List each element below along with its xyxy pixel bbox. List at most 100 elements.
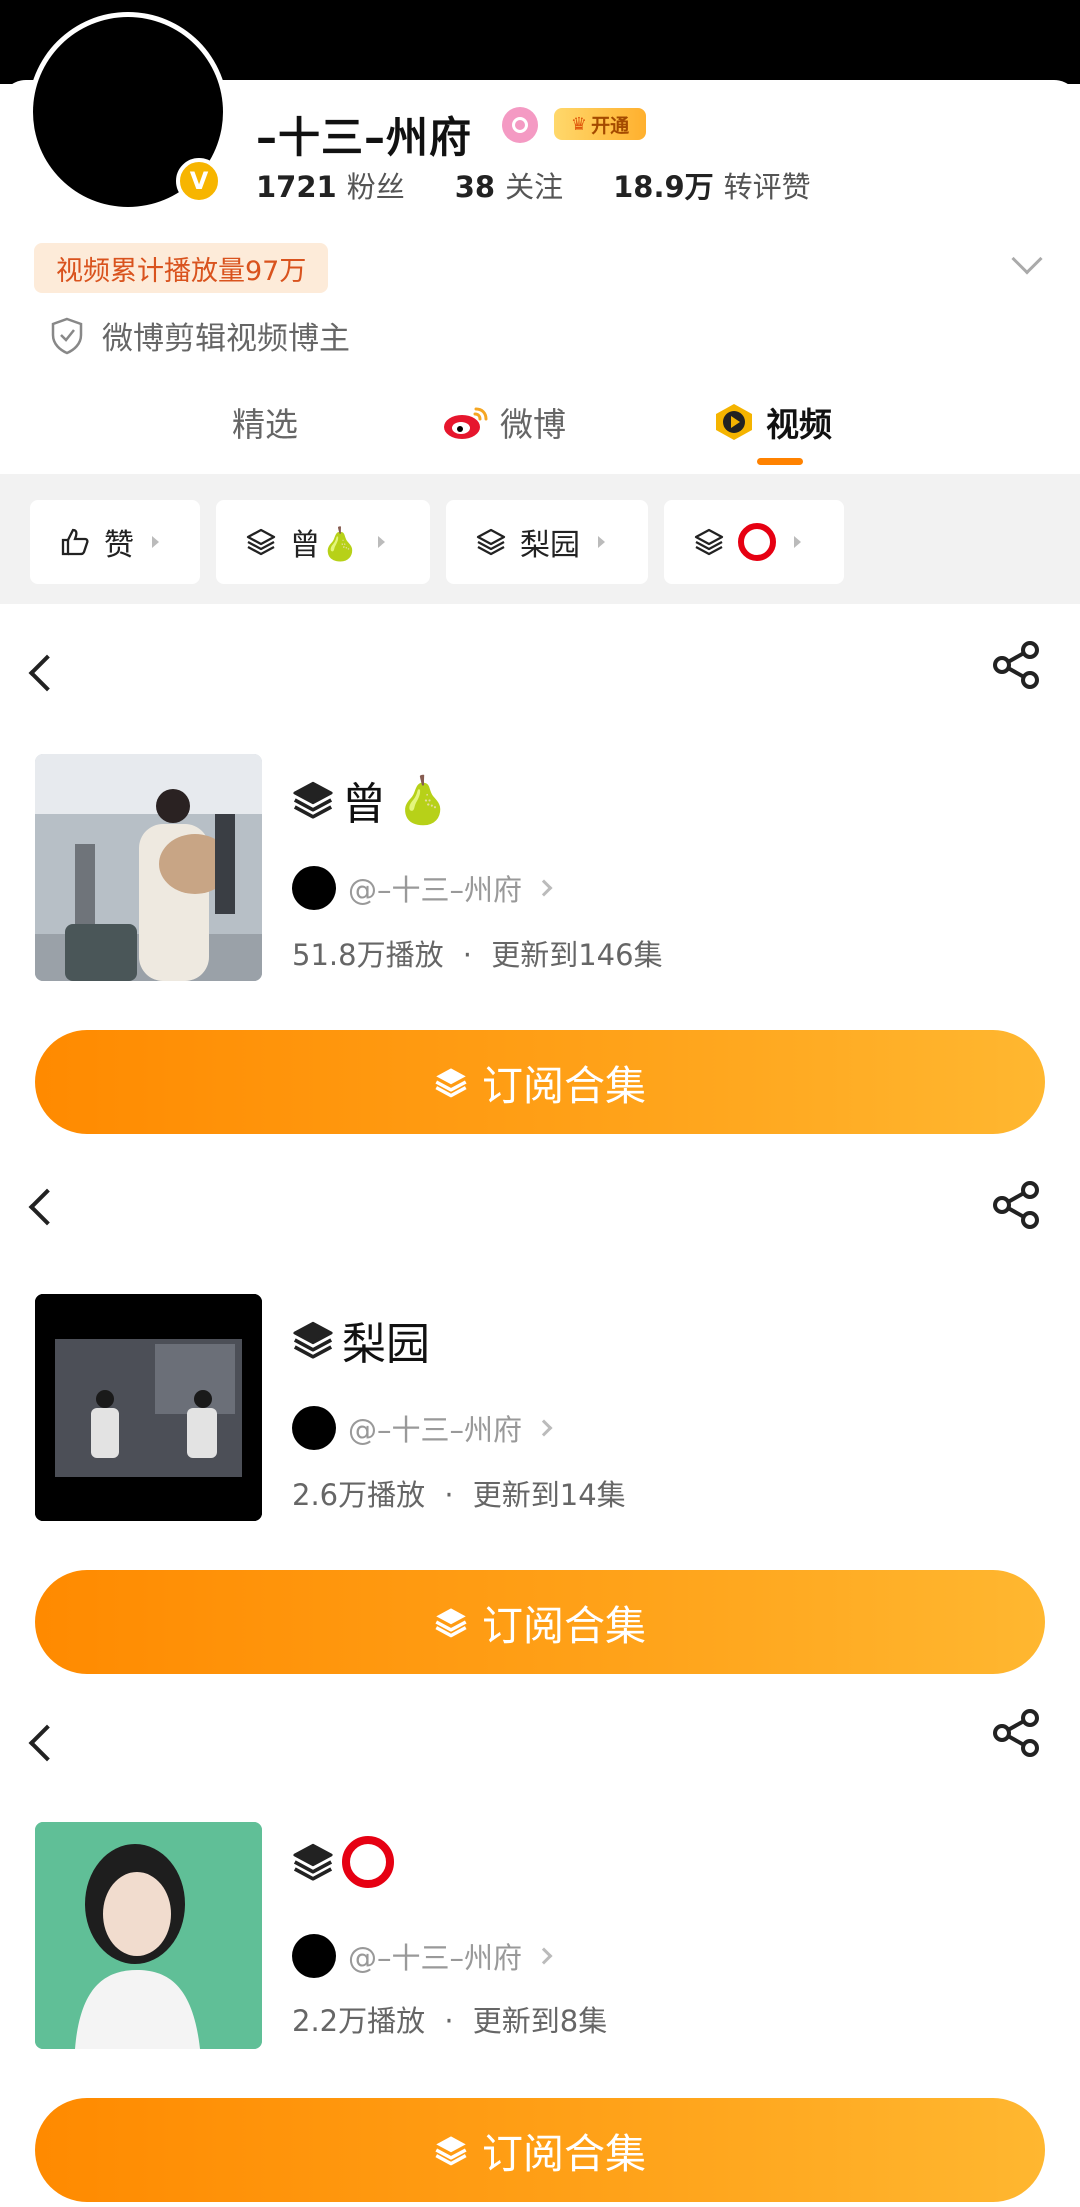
stat-interactions[interactable]: 18.9万 转评赞 [613,164,811,206]
creator-label-row: 微博剪辑视频博主 [50,313,350,358]
author-avatar [292,1934,336,1978]
chip-label: 曾 [290,528,320,563]
chevron-right-icon [535,1419,553,1437]
chip-collection-ring[interactable] [664,500,844,584]
tab-label: 微博 [500,405,566,444]
episode-update: 更新到14集 [472,1478,626,1512]
stat-followers[interactable]: 1721 粉丝 [256,164,405,206]
stat-number: 18.9万 [613,170,714,204]
author-name: @–十三–州府 [348,873,523,907]
collection-title-text: 曾 [342,779,386,830]
author-name: @–十三–州府 [348,1941,523,1975]
airport-photo-image [35,754,262,981]
chip-label: 梨园 [520,528,580,563]
stack-icon [435,1608,467,1638]
stack-icon [246,528,276,556]
meta-separator: · [462,938,473,972]
stat-number: 38 [454,170,496,204]
stat-label: 粉丝 [346,170,405,204]
active-tab-indicator [757,458,803,465]
stack-icon [435,2136,467,2166]
chip-collection-zeng[interactable]: 曾🍐 [216,500,430,584]
episode-update: 更新到8集 [472,2004,608,2038]
pear-icon: 🍐 [394,772,452,827]
collection-title[interactable]: 梨园 [292,1308,430,1372]
play-count: 51.8万播放 [292,938,444,972]
meta-separator: · [444,2004,454,2038]
collection-thumbnail[interactable] [35,1294,262,1521]
profile-stats: 1721 粉丝 38 关注 18.9万 转评赞 [256,164,811,206]
stack-icon [293,1321,333,1359]
caret-right-icon [377,536,385,548]
author-avatar [292,866,336,910]
stack-icon [293,781,333,819]
weibo-logo-icon [444,407,488,439]
collection-author[interactable]: @–十三–州府 [292,1406,553,1450]
stat-following[interactable]: 38 关注 [455,164,563,206]
subscribe-label: 订阅合集 [482,2130,646,2178]
collection-title-text: 梨园 [342,1319,430,1370]
chip-label: 赞 [104,528,134,563]
tab-featured[interactable]: 精选 [232,398,298,446]
stack-icon [435,1068,467,1098]
play-count: 2.2万播放 [292,2004,426,2038]
red-ring-icon [738,523,776,561]
collection-title[interactable]: 曾 🍐 [292,768,451,832]
caret-right-icon [794,536,801,548]
video-play-icon [716,404,752,440]
share-icon[interactable] [990,638,1044,692]
collection-meta: 2.6万播放 · 更新到14集 [292,1472,626,1514]
stack-icon [694,528,724,556]
open-vip-label: 开通 [591,114,630,137]
profile-tabs: 精选 微博 视频 [0,390,1080,470]
portrait-photo-image [35,1822,262,2049]
back-arrow-icon[interactable] [28,1188,66,1226]
play-count: 2.6万播放 [292,1478,426,1512]
subscribe-collection-button[interactable]: 订阅合集 [35,1030,1045,1134]
thumbs-up-icon [61,528,89,556]
collection-author[interactable]: @–十三–州府 [292,866,553,910]
collection-thumbnail[interactable] [35,754,262,981]
chevron-right-icon [535,1947,553,1965]
subscribe-label: 订阅合集 [482,1602,646,1650]
caret-right-icon [152,536,159,548]
open-vip-button[interactable]: ♛ 开通 [554,108,646,140]
collection-card: 梨园 @–十三–州府 2.6万播放 · 更新到14集 订阅合集 [0,1144,1080,1680]
chevron-right-icon [535,879,553,897]
stat-number: 1721 [256,170,337,204]
back-arrow-icon[interactable] [28,654,66,692]
crown-icon: ♛ [570,113,588,135]
share-icon[interactable] [990,1178,1044,1232]
chip-likes[interactable]: 赞 [30,500,200,584]
chip-collection-liyuan[interactable]: 梨园 [446,500,648,584]
back-arrow-icon[interactable] [28,1724,66,1762]
subscribe-label: 订阅合集 [482,1062,646,1110]
collection-thumbnail[interactable] [35,1822,262,2049]
collection-meta: 51.8万播放 · 更新到146集 [292,932,663,974]
creator-label: 微博剪辑视频博主 [102,321,350,357]
stat-label: 转评赞 [723,170,811,204]
stage-photo-image [35,1294,262,1521]
red-ring-icon [342,1836,394,1888]
collection-meta: 2.2万播放 · 更新到8集 [292,1998,607,2040]
author-avatar [292,1406,336,1450]
share-icon[interactable] [990,1706,1044,1760]
meta-separator: · [444,1478,454,1512]
tab-weibo[interactable]: 微博 [442,398,566,446]
collection-card: 曾 🍐 @–十三–州府 51.8万播放 · 更新到146集 订阅合集 [0,604,1080,1144]
collection-author[interactable]: @–十三–州府 [292,1934,553,1978]
verified-badge-icon: V [176,158,222,204]
tab-label: 视频 [766,405,832,444]
subscribe-collection-button[interactable]: 订阅合集 [35,2098,1045,2202]
stack-icon [293,1843,333,1881]
stat-label: 关注 [505,170,564,204]
profile-name: –十三–州府 [256,113,473,162]
total-plays-tag: 视频累计播放量97万 [34,243,329,293]
episode-update: 更新到146集 [491,938,663,972]
subscribe-collection-button[interactable]: 订阅合集 [35,1570,1045,1674]
stack-icon [476,528,506,556]
collection-title[interactable] [292,1836,394,1888]
caret-right-icon [598,536,605,548]
tab-video[interactable]: 视频 [712,398,832,446]
member-badge-icon[interactable] [502,107,538,143]
